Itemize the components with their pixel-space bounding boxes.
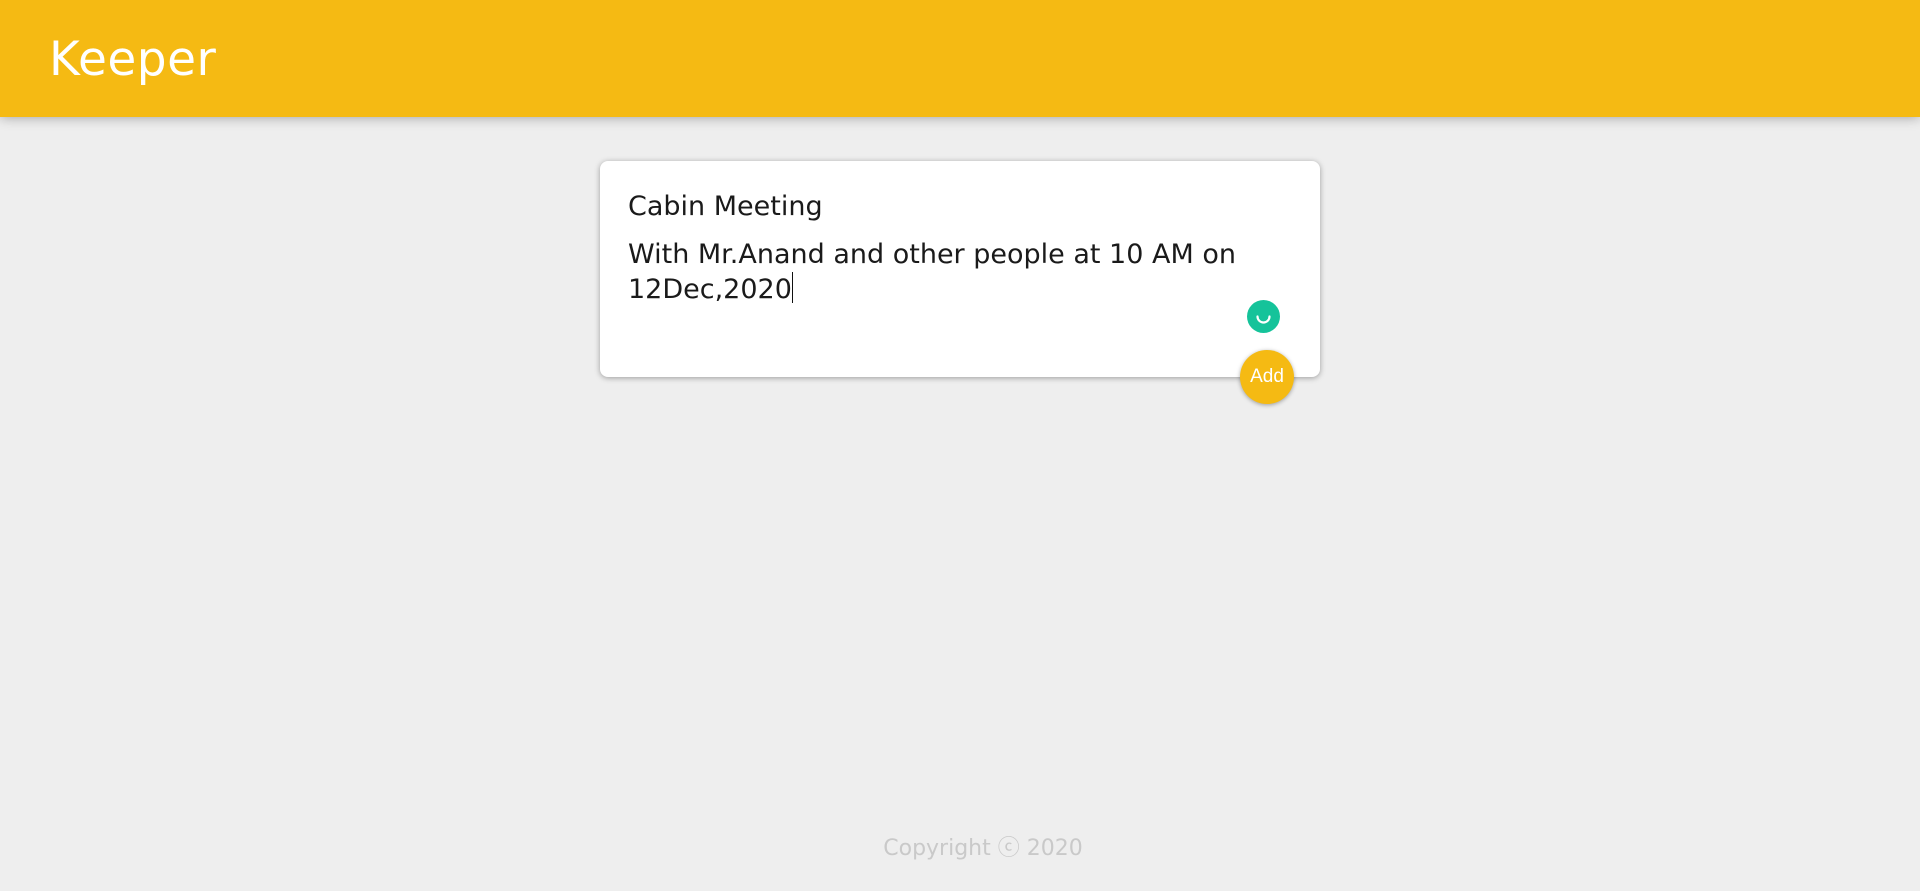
note-title-input[interactable]	[628, 191, 1288, 222]
create-note-form: With Mr.Anand and other people at 10 AM …	[600, 161, 1320, 404]
grammar-assistant-smile-icon[interactable]	[1247, 300, 1280, 333]
copyright-text: Copyright ⓒ 2020	[883, 836, 1083, 861]
footer: Copyright ⓒ 2020	[0, 830, 1920, 862]
app-title: Keeper	[49, 32, 217, 87]
app-header: Keeper	[0, 0, 1920, 117]
add-note-button[interactable]: Add	[1240, 350, 1294, 404]
note-content-textarea[interactable]: With Mr.Anand and other people at 10 AM …	[628, 237, 1288, 333]
text-caret	[791, 272, 794, 303]
note-content-text: With Mr.Anand and other people at 10 AM …	[628, 239, 1236, 305]
smile-icon	[1256, 315, 1271, 324]
